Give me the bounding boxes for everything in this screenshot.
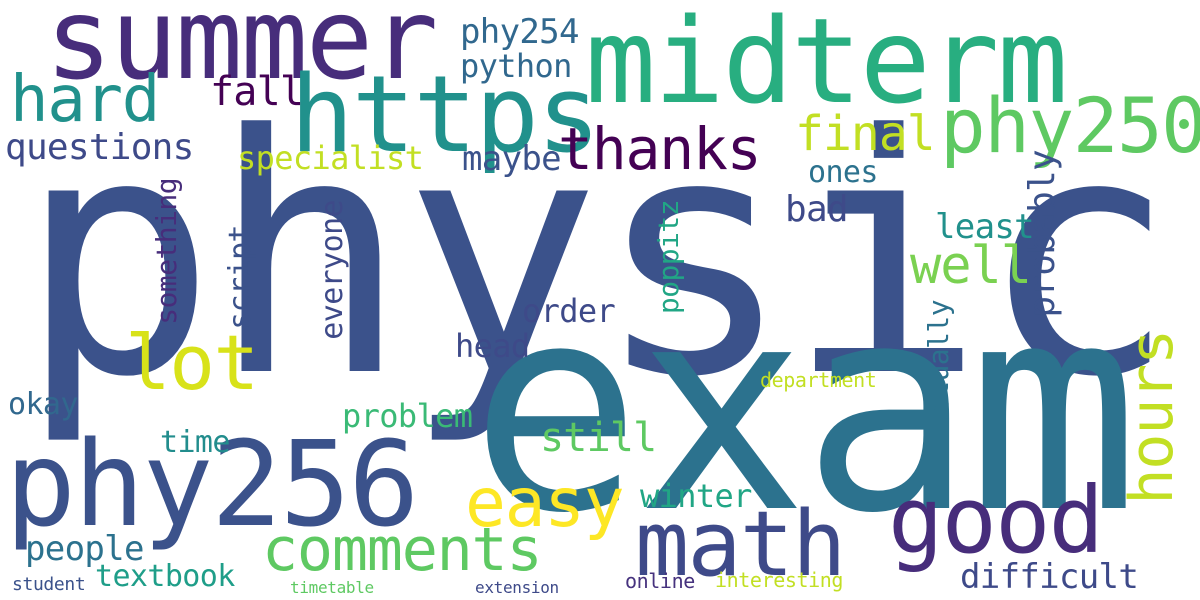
cloud-word: extension [475, 578, 559, 597]
cloud-word: hours [1117, 330, 1187, 505]
cloud-word: script [223, 225, 258, 330]
cloud-word: thanks [558, 115, 762, 183]
cloud-word: textbook [95, 559, 235, 594]
cloud-word: online [625, 569, 695, 593]
cloud-word: fall [210, 69, 304, 115]
word-cloud: physics exam summer midterm https phy256… [0, 0, 1200, 600]
cloud-word: problem [342, 397, 473, 435]
cloud-word: probably [1022, 150, 1063, 318]
cloud-word: phy250 [940, 81, 1200, 170]
cloud-word: bad [785, 189, 849, 230]
cloud-word: student [12, 574, 86, 595]
cloud-word: lot [125, 318, 259, 407]
cloud-word: python [460, 47, 572, 85]
cloud-word: head [455, 327, 530, 365]
cloud-word: difficult [960, 557, 1139, 597]
cloud-word: order [522, 292, 616, 330]
cloud-word: least [935, 207, 1035, 247]
cloud-word: specialist [237, 139, 424, 177]
cloud-word: final [795, 106, 936, 162]
cloud-word: easy [465, 464, 625, 543]
cloud-word: well [910, 236, 1032, 296]
cloud-word: maybe [462, 139, 562, 179]
cloud-word: ones [808, 155, 878, 190]
cloud-word: questions [5, 127, 194, 168]
cloud-word: department [760, 368, 877, 392]
cloud-word: hard [10, 63, 160, 137]
cloud-word: okay [8, 387, 78, 422]
cloud-word: timetable [290, 578, 374, 597]
cloud-word: something [150, 178, 183, 325]
cloud-word: actually [922, 300, 955, 431]
cloud-word: time [160, 425, 230, 460]
cloud-word: winter [640, 477, 752, 515]
cloud-word: everyone [315, 200, 350, 340]
cloud-word: interesting [715, 568, 844, 592]
cloud-word: phy254 [460, 12, 579, 52]
cloud-word: poppitz [652, 200, 685, 315]
cloud-word: still [540, 415, 657, 461]
cloud-word: good [888, 467, 1104, 574]
